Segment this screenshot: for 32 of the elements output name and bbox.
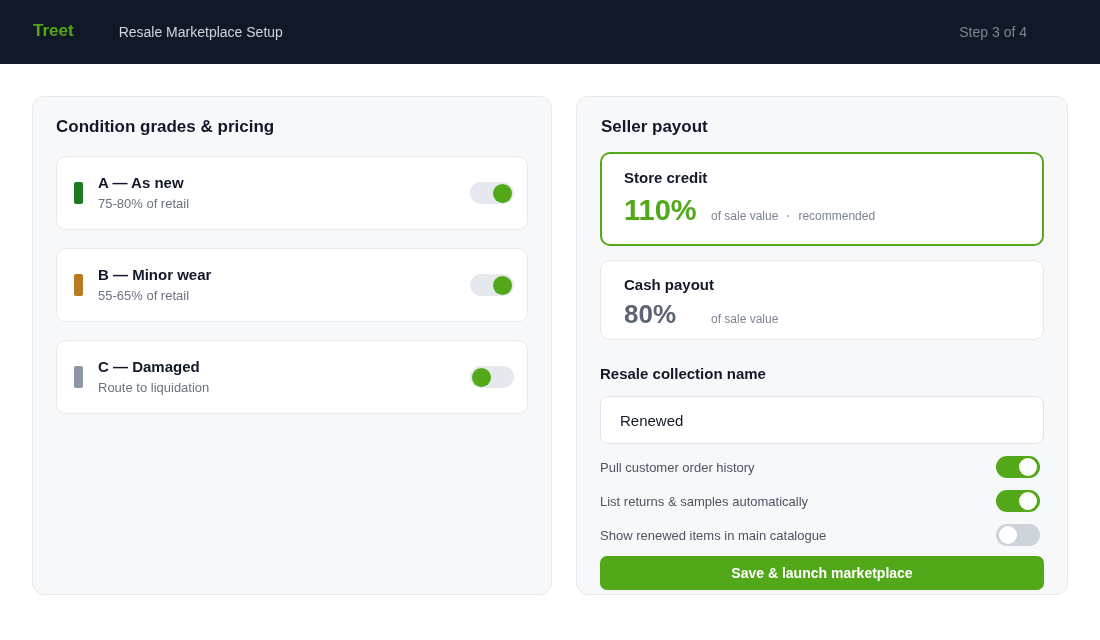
payout-option-card[interactable]: Cash payout 80% of sale value <box>600 260 1044 340</box>
collection-name-field[interactable]: Renewed <box>600 396 1044 444</box>
payout-note: recommended <box>798 209 876 223</box>
payout-percentage: 80% <box>624 298 678 331</box>
setting-label: Pull customer order history <box>600 459 755 475</box>
toggle-switch[interactable] <box>470 182 514 204</box>
payout-option-label: Store credit <box>624 168 708 188</box>
payout-option-label: Cash payout <box>624 275 714 295</box>
toggle-switch[interactable] <box>470 366 514 388</box>
toggle-switch[interactable] <box>996 490 1040 512</box>
page-title: Resale Marketplace Setup <box>118 24 283 40</box>
grade-detail: 75-80% of retail <box>98 195 190 213</box>
step-indicator: Step 3 of 4 <box>959 24 1027 40</box>
grade-name: C — Damaged <box>98 357 200 377</box>
panel-title: Seller payout <box>601 117 708 137</box>
payout-note: of sale value <box>711 312 779 326</box>
payout-percentage: 110% <box>624 193 698 228</box>
toggle-switch[interactable] <box>996 456 1040 478</box>
grade-name: B — Minor wear <box>98 265 212 285</box>
panel-title: Condition grades & pricing <box>56 117 275 137</box>
payout-option-card[interactable]: Store credit 110% of sale value · recommended <box>600 152 1044 246</box>
toggle-switch[interactable] <box>470 274 514 296</box>
grade-detail: 55-65% of retail <box>98 287 190 305</box>
setting-label: Show renewed items in main catalogue <box>600 527 827 543</box>
separator-dot: · <box>786 209 791 223</box>
toggle-switch[interactable] <box>996 524 1040 546</box>
payout-note: of sale value <box>711 209 779 223</box>
grade-detail: Route to liquidation <box>98 379 210 397</box>
field-label: Resale collection name <box>600 364 766 384</box>
logo-text: Treet <box>33 20 74 41</box>
grade-name: A — As new <box>98 173 184 193</box>
setting-label: List returns & samples automatically <box>600 493 809 509</box>
